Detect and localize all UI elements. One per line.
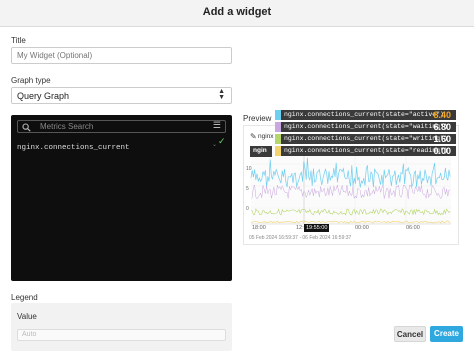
- dialog-header: Add a widget: [0, 0, 474, 27]
- legend-value-label: Value: [17, 312, 37, 321]
- preview-metric-tag2: ngin: [253, 147, 267, 154]
- preview-legend-item: nginx.connections_current(state="waiting…: [275, 122, 456, 132]
- x-tick-label: 00:00: [355, 225, 369, 231]
- graph-type-value: Query Graph: [17, 91, 70, 101]
- legend-item-value: 1.60: [433, 134, 451, 144]
- legend-item-value: 0.00: [433, 146, 451, 156]
- x-tick-label: 06:00: [406, 225, 420, 231]
- search-icon: [22, 123, 31, 132]
- legend-item-value: 8.40: [433, 110, 451, 120]
- y-tick-label: 10: [246, 166, 252, 172]
- y-tick-label: 0: [246, 206, 249, 212]
- legend-swatch: [275, 146, 281, 156]
- legend-item-text: nginx.connections_current(state="writing…: [284, 135, 448, 142]
- pencil-icon[interactable]: ✎: [250, 132, 257, 141]
- create-button[interactable]: Create: [430, 326, 463, 342]
- metrics-search-placeholder: Metrics Search: [40, 122, 94, 131]
- metric-query-text[interactable]: nginx.connections_current: [17, 144, 130, 152]
- title-input[interactable]: [11, 47, 232, 64]
- legend-swatch: [275, 134, 281, 144]
- check-icon: ✓: [218, 136, 226, 146]
- legend-item-text: nginx.connections_current(state="waiting…: [284, 123, 448, 130]
- dialog-title: Add a widget: [202, 6, 272, 18]
- time-cursor-label: 19:55:00: [304, 224, 330, 232]
- menu-icon[interactable]: ☰: [213, 120, 221, 131]
- legend-select-value: Auto: [22, 331, 37, 338]
- preview-legend-item: nginx.connections_current(state="active"…: [275, 110, 456, 120]
- graph-type-label: Graph type: [11, 76, 51, 85]
- y-tick-label: 5: [246, 186, 249, 192]
- select-arrows-icon: ▲ ▼: [218, 88, 225, 101]
- time-range-label: 05 Feb 2024 16:59:37 - 06 Feb 2024 16:59…: [249, 235, 352, 241]
- preview-label: Preview: [243, 114, 272, 123]
- legend-select[interactable]: Auto: [17, 329, 226, 341]
- chevron-down-icon[interactable]: ⌄: [212, 141, 217, 148]
- title-label: Title: [11, 36, 26, 45]
- preview-metric-tag-box: ngin: [250, 146, 272, 157]
- legend-item-value: 6.80: [433, 122, 451, 132]
- metrics-editor[interactable]: Metrics Search ☰ nginx.connections_curre…: [11, 115, 232, 281]
- legend-item-text: nginx.connections_current(state="active"…: [284, 111, 444, 118]
- preview-legend-item: nginx.connections_current(state="reading…: [275, 146, 456, 156]
- preview-metric-tag: nginx: [258, 133, 274, 140]
- legend-swatch: [275, 110, 281, 120]
- legend-item-text: nginx.connections_current(state="reading…: [284, 147, 448, 154]
- x-tick-label: 18:00: [252, 225, 266, 231]
- graph-type-select[interactable]: Query Graph ▲ ▼: [11, 87, 232, 104]
- legend-swatch: [275, 122, 281, 132]
- preview-legend-item: nginx.connections_current(state="writing…: [275, 134, 456, 144]
- legend-box: Value Auto: [11, 303, 232, 351]
- legend-label: Legend: [11, 293, 38, 302]
- metrics-search-input[interactable]: Metrics Search ☰: [17, 120, 226, 133]
- cancel-button[interactable]: Cancel: [394, 326, 426, 342]
